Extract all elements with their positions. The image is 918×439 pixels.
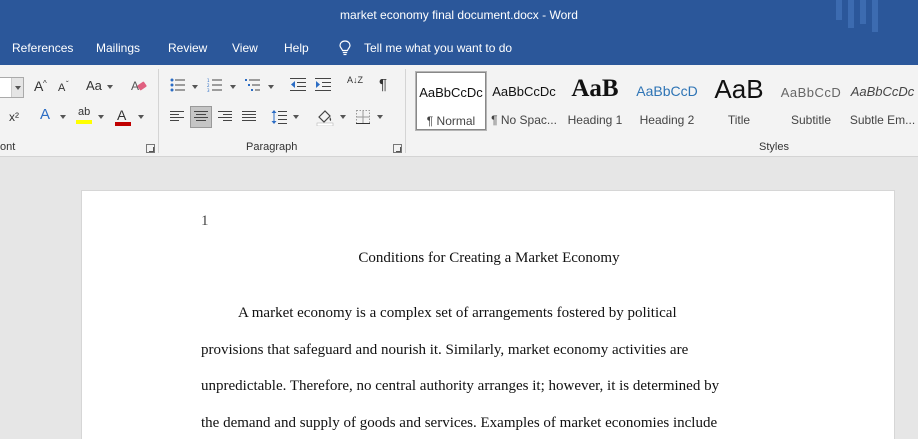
highlight-caret[interactable] [98, 115, 104, 119]
font-color-icon[interactable]: A [117, 108, 126, 122]
svg-text:3: 3 [207, 88, 210, 92]
shading-caret[interactable] [340, 115, 346, 119]
change-case-icon[interactable]: Aa [86, 79, 102, 93]
text-effects-icon[interactable]: A [40, 107, 50, 122]
font-size-dropdown[interactable] [0, 77, 24, 98]
shrink-font-icon[interactable]: A [58, 81, 65, 95]
paragraph-group-label: Paragraph [246, 141, 298, 153]
ribbon: A ^ A ˇ Aa A x² A ab A ont 1 2 3 A↓Z ¶ P… [0, 65, 918, 157]
document-page[interactable]: 1 Conditions for Creating a Market Econo… [81, 190, 895, 439]
style-no-spacing[interactable]: AaBbCcDc ¶ No Spac... [488, 71, 560, 131]
align-left-icon[interactable] [170, 111, 184, 123]
font-color-bar [115, 122, 131, 126]
style-title[interactable]: AaB Title [703, 71, 775, 131]
align-center-icon[interactable] [194, 111, 208, 123]
grow-font-arrow: ^ [43, 79, 47, 88]
style-subtitle[interactable]: AaBbCcD Subtitle [775, 71, 847, 131]
tell-me-search[interactable]: Tell me what you want to do [364, 41, 512, 55]
line-spacing-icon[interactable] [271, 109, 287, 125]
text-effects-caret[interactable] [60, 115, 66, 119]
paragraph-line: provisions that safeguard and nourish it… [201, 342, 689, 358]
paragraph-line: unpredictable. Therefore, no central aut… [201, 378, 720, 394]
align-right-icon[interactable] [218, 111, 232, 123]
style-normal[interactable]: AaBbCcDc ¶ Normal [415, 71, 487, 131]
page-number: 1 [201, 213, 209, 229]
style-heading-2[interactable]: AaBbCcD Heading 2 [631, 71, 703, 131]
highlight-icon[interactable]: ab [78, 105, 90, 119]
numbering-caret[interactable] [230, 85, 236, 89]
style-name: Subtitle [790, 113, 832, 127]
justify-icon[interactable] [242, 111, 256, 123]
style-name: ¶ Normal [426, 114, 476, 128]
titlebar-pattern [828, 0, 888, 32]
borders-caret[interactable] [377, 115, 383, 119]
style-name: Subtle Em... [849, 113, 916, 127]
highlight-color-bar [76, 120, 92, 124]
style-heading-1[interactable]: AaB Heading 1 [559, 71, 631, 131]
tab-references[interactable]: References [12, 41, 73, 55]
font-dialog-launcher[interactable] [146, 144, 155, 153]
line-spacing-caret[interactable] [293, 115, 299, 119]
bullets-icon[interactable] [170, 78, 186, 92]
style-preview: AaBbCcDc [419, 85, 483, 100]
style-preview: AaB [714, 74, 764, 104]
style-name: Heading 2 [639, 113, 695, 127]
borders-icon[interactable] [356, 110, 370, 124]
decrease-indent-icon[interactable] [290, 78, 306, 92]
lightbulb-icon[interactable] [338, 40, 352, 56]
clear-formatting-icon[interactable]: A [130, 78, 148, 94]
multilevel-list-icon[interactable] [245, 78, 261, 92]
document-canvas[interactable]: 1 Conditions for Creating a Market Econo… [0, 157, 918, 439]
tab-view[interactable]: View [232, 41, 258, 55]
style-preview: AaB [571, 75, 619, 102]
style-name: ¶ No Spac... [491, 113, 557, 127]
multilevel-list-caret[interactable] [268, 85, 274, 89]
style-preview: AaBbCcD [636, 83, 698, 99]
font-color-caret[interactable] [138, 115, 144, 119]
tab-mailings[interactable]: Mailings [96, 41, 140, 55]
group-separator [405, 69, 406, 153]
increase-indent-icon[interactable] [315, 78, 331, 92]
style-preview: AaBbCcD [780, 85, 842, 100]
style-subtle-emphasis[interactable]: AaBbCcDc Subtle Em... [847, 71, 918, 131]
paragraph-line: A market economy is a complex set of arr… [238, 305, 677, 321]
ribbon-tabs: References Mailings Review View Help Tel… [0, 32, 918, 65]
paragraph-line: the demand and supply of goods and servi… [201, 415, 718, 431]
style-name: Title [727, 113, 751, 127]
group-separator [158, 69, 159, 153]
shrink-font-arrow: ˇ [66, 80, 69, 89]
tab-help[interactable]: Help [284, 41, 309, 55]
numbering-icon[interactable]: 1 2 3 [207, 78, 223, 92]
style-preview: AaBbCcDc [850, 84, 915, 99]
style-preview: AaBbCcDc [492, 84, 556, 99]
font-group-label: ont [0, 141, 16, 153]
paragraph-dialog-launcher[interactable] [393, 144, 402, 153]
show-formatting-icon[interactable]: ¶ [379, 77, 387, 92]
font-size-dropdown-button[interactable] [11, 78, 23, 97]
style-name: Heading 1 [567, 113, 623, 127]
change-case-caret[interactable] [107, 85, 113, 89]
title-bar: market economy final document.docx - Wor… [0, 0, 918, 32]
shading-icon[interactable] [316, 108, 334, 126]
superscript-icon[interactable]: x² [9, 110, 19, 124]
tab-review[interactable]: Review [168, 41, 207, 55]
grow-font-icon[interactable]: A [34, 79, 43, 93]
styles-group-label: Styles [759, 141, 789, 153]
document-title: Conditions for Creating a Market Economy [358, 250, 620, 266]
window-title: market economy final document.docx - Wor… [340, 8, 578, 22]
bullets-caret[interactable] [192, 85, 198, 89]
sort-icon[interactable]: A↓Z [347, 76, 363, 85]
